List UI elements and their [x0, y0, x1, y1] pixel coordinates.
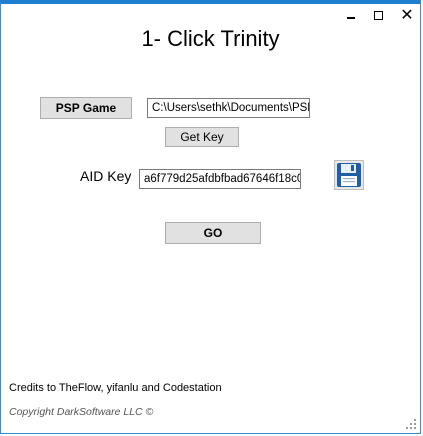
psp-game-path-field[interactable]: C:\Users\sethk\Documents\PSP — [147, 98, 310, 118]
floppy-disk-icon — [337, 163, 361, 187]
page-title: 1- Click Trinity — [141, 26, 280, 51]
go-button[interactable]: GO — [165, 222, 261, 244]
maximize-icon[interactable] — [372, 9, 386, 23]
window-controls: ✕ — [344, 8, 414, 24]
get-key-button[interactable]: Get Key — [165, 127, 239, 147]
save-key-button[interactable] — [334, 160, 364, 190]
psp-game-button[interactable]: PSP Game — [40, 97, 132, 119]
aid-key-field[interactable]: a6f779d25afdbfbad67646f18c0 — [139, 169, 301, 189]
app-window: ✕ 1- Click Trinity PSP Game C:\Users\set… — [0, 0, 421, 434]
resize-grip-icon[interactable] — [406, 419, 416, 429]
copyright-text: Copyright DarkSoftware LLC © — [9, 406, 154, 418]
aid-key-label: AID Key — [80, 168, 132, 184]
minimize-icon[interactable] — [344, 9, 358, 23]
credits-text: Credits to TheFlow, yifanlu and Codestat… — [9, 382, 222, 394]
close-icon[interactable]: ✕ — [400, 8, 414, 24]
